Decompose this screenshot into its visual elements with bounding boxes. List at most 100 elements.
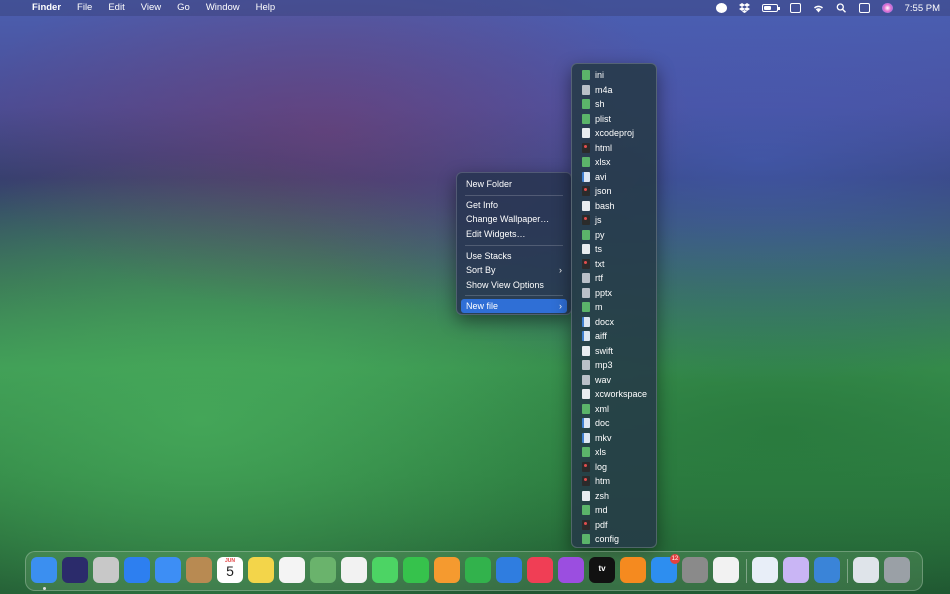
menu-item-change-wallpaper[interactable]: Change Wallpaper… — [461, 212, 567, 226]
menu-view[interactable]: View — [133, 0, 169, 16]
contacts-icon[interactable] — [186, 557, 212, 583]
menu-item-sort-by[interactable]: Sort By › — [461, 263, 567, 277]
new-file-option[interactable]: bash — [576, 199, 652, 213]
file-type-icon — [582, 142, 590, 153]
new-file-option[interactable]: pptx — [576, 286, 652, 300]
dropbox-icon[interactable] — [738, 3, 750, 13]
new-file-option[interactable]: swift — [576, 344, 652, 358]
apple-tv-icon[interactable]: tv — [589, 557, 615, 583]
app-store-icon[interactable]: 12 — [651, 554, 680, 583]
reminders-icon[interactable] — [279, 557, 305, 583]
clipboard-icon[interactable] — [789, 3, 801, 13]
new-file-option[interactable]: ts — [576, 242, 652, 256]
running-indicator — [42, 587, 46, 590]
siri-icon[interactable] — [881, 3, 893, 13]
books-icon[interactable] — [620, 557, 646, 583]
new-file-option[interactable]: log — [576, 460, 652, 474]
new-file-option[interactable]: xml — [576, 402, 652, 416]
new-file-option[interactable]: plist — [576, 112, 652, 126]
calendar-icon[interactable]: JUN 5 — [217, 557, 243, 583]
file-type-label: swift — [595, 345, 613, 356]
notes-icon[interactable] — [248, 557, 274, 583]
new-file-option[interactable]: xcworkspace — [576, 387, 652, 401]
trash-icon[interactable] — [884, 557, 910, 583]
new-file-option[interactable]: xcodeproj — [576, 126, 652, 140]
new-file-option[interactable]: htm — [576, 474, 652, 488]
menu-file[interactable]: File — [69, 0, 100, 16]
file-type-icon — [582, 84, 590, 95]
menu-finder[interactable]: Finder — [24, 0, 69, 16]
mail-icon[interactable] — [155, 557, 181, 583]
file-type-icon — [582, 186, 590, 196]
new-file-option[interactable]: rtf — [576, 271, 652, 285]
documents-folder-icon[interactable] — [853, 557, 879, 583]
menu-item-edit-widgets[interactable]: Edit Widgets… — [461, 227, 567, 241]
finder-icon[interactable] — [31, 557, 57, 583]
new-file-option[interactable]: aiff — [576, 329, 652, 343]
menu-item-new-folder[interactable]: New Folder — [461, 177, 567, 191]
wifi-icon[interactable] — [813, 3, 824, 13]
file-type-icon — [582, 519, 590, 530]
new-file-option[interactable]: wav — [576, 373, 652, 387]
pages-icon[interactable] — [434, 557, 460, 583]
menu-help[interactable]: Help — [248, 0, 284, 16]
system-settings-icon[interactable] — [682, 557, 708, 583]
new-file-option[interactable]: html — [576, 141, 652, 155]
new-file-option[interactable]: ini — [576, 68, 652, 82]
new-file-option[interactable]: sh — [576, 97, 652, 111]
new-file-option[interactable]: md — [576, 503, 652, 517]
new-file-option[interactable]: xlsx — [576, 155, 652, 169]
file-type-label: ini — [595, 70, 605, 80]
menu-window[interactable]: Window — [198, 0, 248, 16]
spotlight-search-icon[interactable] — [836, 3, 847, 13]
new-file-option[interactable]: m4a — [576, 83, 652, 97]
new-file-option[interactable]: docx — [576, 315, 652, 329]
teams-icon[interactable] — [752, 557, 778, 583]
xcode-icon[interactable] — [814, 557, 840, 583]
battery-icon[interactable] — [761, 4, 780, 12]
new-file-option[interactable]: json — [576, 184, 652, 198]
new-file-option[interactable]: config — [576, 532, 652, 546]
numbers-icon[interactable] — [465, 557, 491, 583]
podcasts-icon[interactable] — [558, 557, 584, 583]
new-file-option[interactable]: doc — [576, 416, 652, 430]
control-center-icon[interactable] — [858, 3, 870, 13]
file-type-label: bash — [595, 200, 615, 211]
file-type-icon — [582, 113, 590, 124]
new-file-option[interactable]: avi — [576, 170, 652, 184]
new-file-option[interactable]: zsh — [576, 489, 652, 503]
file-type-icon — [582, 432, 590, 443]
music-icon[interactable] — [527, 557, 553, 583]
file-type-label: py — [595, 229, 605, 240]
menu-item-show-view-options[interactable]: Show View Options — [461, 278, 567, 292]
new-file-option[interactable]: mp3 — [576, 358, 652, 372]
new-file-option[interactable]: py — [576, 228, 652, 242]
keynote-icon[interactable] — [496, 557, 522, 583]
launchpad-icon[interactable] — [93, 557, 119, 583]
safari-icon[interactable] — [124, 557, 150, 583]
menu-item-new-file[interactable]: New file › — [461, 299, 567, 313]
new-file-option[interactable]: m — [576, 300, 652, 314]
new-file-option[interactable]: txt — [576, 257, 652, 271]
menu-item-get-info[interactable]: Get Info — [461, 198, 567, 212]
menu-edit[interactable]: Edit — [100, 0, 132, 16]
chrome-icon[interactable] — [713, 557, 739, 583]
facetime-icon[interactable] — [403, 557, 429, 583]
new-file-option[interactable]: mkv — [576, 431, 652, 445]
file-type-label: m — [595, 302, 603, 312]
new-file-option[interactable]: js — [576, 213, 652, 227]
messages-icon[interactable] — [372, 557, 398, 583]
file-type-icon — [582, 345, 590, 356]
maps-icon[interactable] — [310, 557, 336, 583]
new-file-option[interactable]: pdf — [576, 518, 652, 532]
new-file-option[interactable]: xls — [576, 445, 652, 459]
cat-app-icon[interactable] — [783, 557, 809, 583]
menu-go[interactable]: Go — [169, 0, 198, 16]
menu-bar-clock[interactable]: 7:55 PM — [905, 3, 940, 14]
file-type-icon — [582, 244, 590, 254]
privacy-icon[interactable] — [715, 3, 727, 13]
siri-app-icon[interactable] — [62, 557, 88, 583]
menu-item-use-stacks[interactable]: Use Stacks — [461, 249, 567, 263]
photos-icon[interactable] — [341, 557, 367, 583]
file-type-icon — [582, 99, 590, 109]
